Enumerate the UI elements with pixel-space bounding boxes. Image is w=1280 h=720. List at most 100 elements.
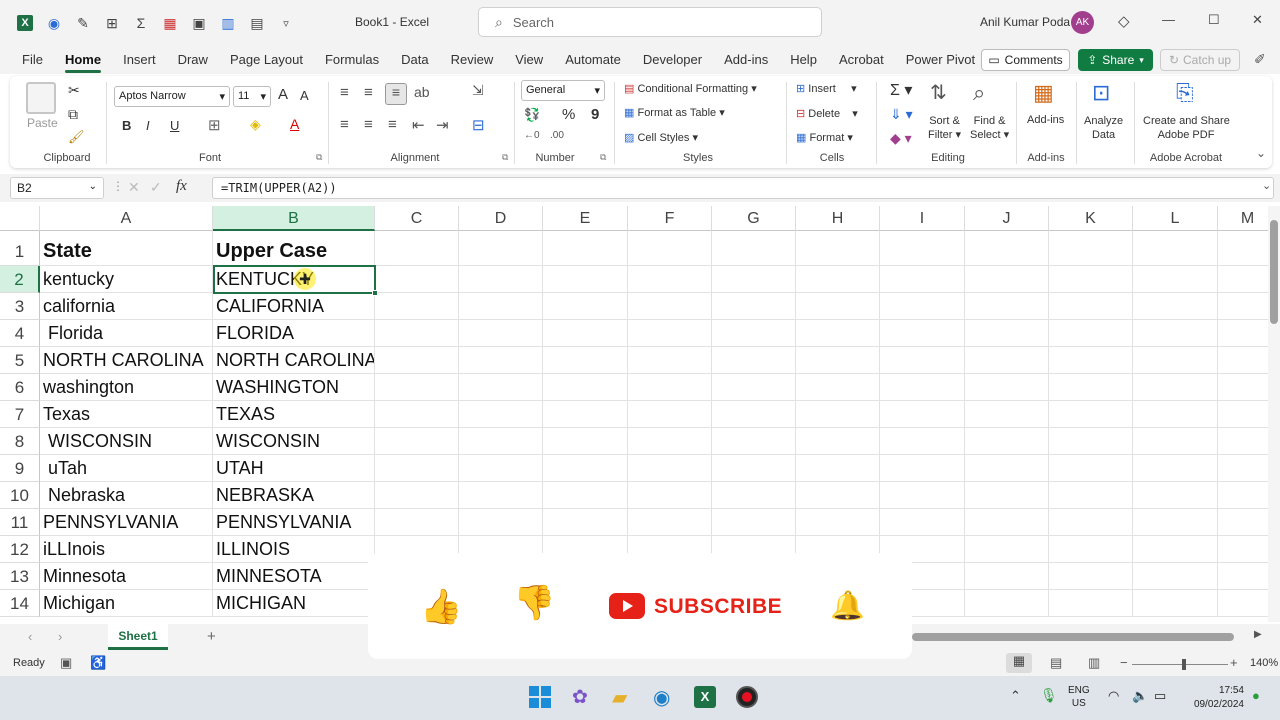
empty-cell[interactable] <box>543 455 628 482</box>
row-header[interactable]: 11 <box>0 509 40 536</box>
insert-function-button[interactable]: fx <box>176 178 187 195</box>
cell-b[interactable]: TEXAS <box>213 401 375 428</box>
cell-a[interactable]: Michigan <box>40 590 213 617</box>
middle-align-icon[interactable]: ≡ <box>364 84 373 101</box>
empty-cell[interactable] <box>880 455 965 482</box>
empty-cell[interactable] <box>965 509 1049 536</box>
comma-button[interactable]: 9 <box>591 106 599 123</box>
empty-cell[interactable] <box>712 428 796 455</box>
scroll-right-arrow-icon[interactable]: ▶ <box>1254 629 1262 640</box>
empty-cell[interactable] <box>1133 231 1218 266</box>
empty-cell[interactable] <box>628 374 712 401</box>
empty-cell[interactable] <box>543 347 628 374</box>
tab-help[interactable]: Help <box>779 46 828 74</box>
windows-start-icon[interactable] <box>529 686 551 708</box>
empty-cell[interactable] <box>459 266 543 293</box>
empty-cell[interactable] <box>880 293 965 320</box>
empty-cell[interactable] <box>375 320 459 347</box>
fill-icon[interactable]: ⇓ ▾ <box>890 106 913 123</box>
empty-cell[interactable] <box>796 320 880 347</box>
empty-cell[interactable] <box>1049 401 1133 428</box>
row-header[interactable]: 12 <box>0 536 40 563</box>
tab-insert[interactable]: Insert <box>112 46 167 74</box>
empty-cell[interactable] <box>712 320 796 347</box>
empty-cell[interactable] <box>375 293 459 320</box>
column-header-a[interactable]: A <box>40 206 213 231</box>
borders-qat-icon[interactable]: ⊞ <box>99 10 125 36</box>
edge-icon[interactable]: ◉ <box>653 685 670 710</box>
row-header[interactable]: 7 <box>0 401 40 428</box>
add-ins-icon[interactable]: ▦ <box>1033 80 1054 106</box>
increase-indent-icon[interactable]: ⇥ <box>436 116 449 134</box>
empty-cell[interactable] <box>543 266 628 293</box>
empty-cell[interactable] <box>965 590 1049 617</box>
fill-color-icon[interactable]: ◈ <box>250 116 261 133</box>
enter-icon[interactable]: ✓ <box>150 179 162 196</box>
empty-cell[interactable] <box>543 509 628 536</box>
cell-a[interactable]: PENNSYLVANIA <box>40 509 213 536</box>
zoom-slider[interactable] <box>1132 664 1228 665</box>
tab-data[interactable]: Data <box>390 46 439 74</box>
cell-a[interactable]: uTah <box>40 455 213 482</box>
empty-cell[interactable] <box>1049 293 1133 320</box>
zoom-in-button[interactable]: + <box>1230 655 1238 670</box>
increase-font-icon[interactable]: A <box>278 86 288 103</box>
chart-qat-icon[interactable]: ▥ <box>215 10 241 36</box>
autosum-qat-icon[interactable]: Σ <box>128 10 154 36</box>
row-header[interactable]: 5 <box>0 347 40 374</box>
empty-cell[interactable] <box>543 428 628 455</box>
expand-formula-icon[interactable]: ⌄ <box>1262 179 1271 192</box>
empty-cell[interactable] <box>1133 590 1218 617</box>
cell-b[interactable]: CALIFORNIA <box>213 293 375 320</box>
tab-page-layout[interactable]: Page Layout <box>219 46 314 74</box>
empty-cell[interactable] <box>1049 509 1133 536</box>
avatar[interactable]: AK <box>1071 11 1094 34</box>
orientation-icon[interactable]: ab <box>414 84 430 100</box>
empty-cell[interactable] <box>459 347 543 374</box>
cell-a[interactable]: Nebraska <box>40 482 213 509</box>
copilot-icon[interactable]: ✿ <box>572 686 588 709</box>
alignment-launcher-icon[interactable]: ⧉ <box>502 152 508 163</box>
empty-cell[interactable] <box>459 231 543 266</box>
empty-cell[interactable] <box>375 374 459 401</box>
clear-icon[interactable]: ◆ ▾ <box>890 130 912 147</box>
top-align-icon[interactable]: ≡ <box>340 84 349 101</box>
cell-a[interactable]: iLLInois <box>40 536 213 563</box>
empty-cell[interactable] <box>796 509 880 536</box>
cell-a[interactable]: State <box>40 231 213 266</box>
font-name-select[interactable]: Aptos Narrow ▾ <box>114 86 230 107</box>
cell-b[interactable]: NORTH CAROLINA <box>213 347 375 374</box>
sort-filter-button[interactable]: Sort & Filter ▾ <box>928 114 961 142</box>
row-header[interactable]: 10 <box>0 482 40 509</box>
empty-cell[interactable] <box>965 428 1049 455</box>
share-button[interactable]: ⇪ Share ▾ <box>1078 49 1153 71</box>
tab-automate[interactable]: Automate <box>554 46 632 74</box>
like-icon[interactable]: 👍 <box>420 587 462 627</box>
empty-cell[interactable] <box>796 482 880 509</box>
horizontal-scroll-thumb[interactable] <box>912 633 1234 641</box>
empty-cell[interactable] <box>459 293 543 320</box>
cell-b[interactable]: UTAH <box>213 455 375 482</box>
empty-cell[interactable] <box>1133 266 1218 293</box>
cut-icon[interactable]: ✂ <box>68 82 80 99</box>
cell-a[interactable]: Florida <box>40 320 213 347</box>
empty-cell[interactable] <box>712 509 796 536</box>
paste-icon[interactable] <box>26 82 56 114</box>
underline-button[interactable]: U <box>170 118 179 133</box>
column-header-e[interactable]: E <box>543 206 628 231</box>
empty-cell[interactable] <box>459 428 543 455</box>
column-header-c[interactable]: C <box>375 206 459 231</box>
file-explorer-icon[interactable]: ▰ <box>612 685 627 710</box>
empty-cell[interactable] <box>796 374 880 401</box>
empty-cell[interactable] <box>965 563 1049 590</box>
empty-cell[interactable] <box>712 401 796 428</box>
column-header-g[interactable]: G <box>712 206 796 231</box>
profile-edit-icon[interactable]: ✐ <box>1254 51 1266 68</box>
row-header[interactable]: 1 <box>0 231 40 266</box>
empty-cell[interactable] <box>375 455 459 482</box>
empty-cell[interactable] <box>965 455 1049 482</box>
diamond-icon[interactable]: ◇ <box>1118 12 1130 30</box>
row-header[interactable]: 2 <box>0 266 40 293</box>
add-sheet-button[interactable]: + <box>207 628 216 645</box>
formula-input[interactable]: =TRIM(UPPER(A2)) <box>212 177 1274 199</box>
